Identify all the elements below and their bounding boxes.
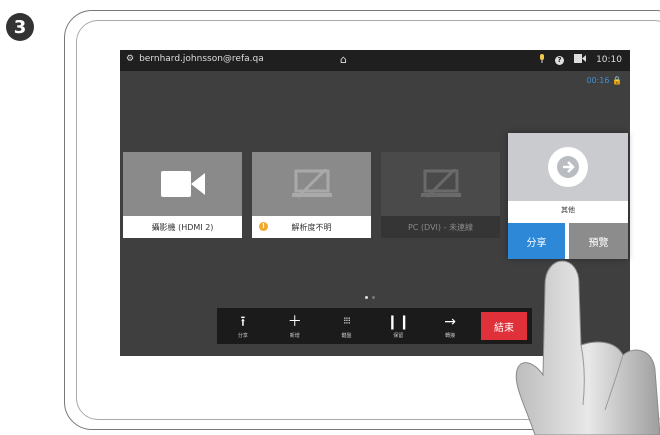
add-button[interactable]: ＋ 新增 <box>269 308 321 344</box>
keypad-button[interactable]: ⁝⁝⁝ 鍵盤 <box>321 308 373 344</box>
source-tile-unknown-resolution[interactable]: ! 解析度不明 <box>252 152 371 238</box>
source-tile-camera[interactable]: 攝影機 (HDMI 2) <box>123 152 242 238</box>
gear-icon: ⚙ <box>126 54 135 64</box>
self-view-icon[interactable] <box>574 54 587 66</box>
source-preview <box>508 133 628 201</box>
pointing-hand-illustration <box>515 260 660 435</box>
source-label: ! 解析度不明 <box>252 216 371 238</box>
page-dot <box>372 296 375 299</box>
arrow-right-icon: → <box>444 313 456 330</box>
keypad-icon: ⁝⁝⁝ <box>343 315 350 327</box>
help-icon[interactable]: ? <box>555 55 565 65</box>
user-account[interactable]: ⚙ bernhard.johnsson@refa.qa <box>126 54 264 64</box>
upload-icon: ⭱ <box>240 313 246 330</box>
transfer-button[interactable]: → 轉接 <box>424 308 476 344</box>
source-label: PC (DVI) - 未連線 <box>381 216 500 238</box>
status-bar: ⚙ bernhard.johnsson@refa.qa ⌂ ? 10:10 <box>120 50 630 71</box>
call-toolbar: ⭱ 分享 ＋ 新增 ⁝⁝⁝ 鍵盤 ❙❙ 保留 → 轉接 結束 <box>217 308 532 344</box>
camera-icon <box>123 152 242 216</box>
no-signal-icon <box>381 152 500 216</box>
step-number-badge: 3 <box>6 13 34 41</box>
other-source-panel: 其他 分享 預覽 <box>508 133 628 259</box>
arrow-right-circle-icon <box>548 147 588 187</box>
lock-icon: 🔒 <box>612 76 622 85</box>
hold-button[interactable]: ❙❙ 保留 <box>372 308 424 344</box>
share-button[interactable]: ⭱ 分享 <box>217 308 269 344</box>
clock: 10:10 <box>596 55 622 65</box>
page-dot-active <box>365 296 368 299</box>
user-email: bernhard.johnsson@refa.qa <box>139 54 264 64</box>
plus-icon: ＋ <box>287 313 302 330</box>
source-label: 攝影機 (HDMI 2) <box>123 216 242 238</box>
home-icon[interactable]: ⌂ <box>340 53 347 66</box>
source-tile-pc-disconnected[interactable]: PC (DVI) - 未連線 <box>381 152 500 238</box>
panel-title: 其他 <box>561 206 575 214</box>
page-indicator <box>365 296 375 299</box>
no-signal-icon <box>252 152 371 216</box>
warning-icon: ! <box>259 222 268 231</box>
call-timer[interactable]: 00:16 🔒 <box>586 76 622 85</box>
pause-icon: ❙❙ <box>386 313 411 330</box>
microphone-icon[interactable] <box>539 54 545 66</box>
